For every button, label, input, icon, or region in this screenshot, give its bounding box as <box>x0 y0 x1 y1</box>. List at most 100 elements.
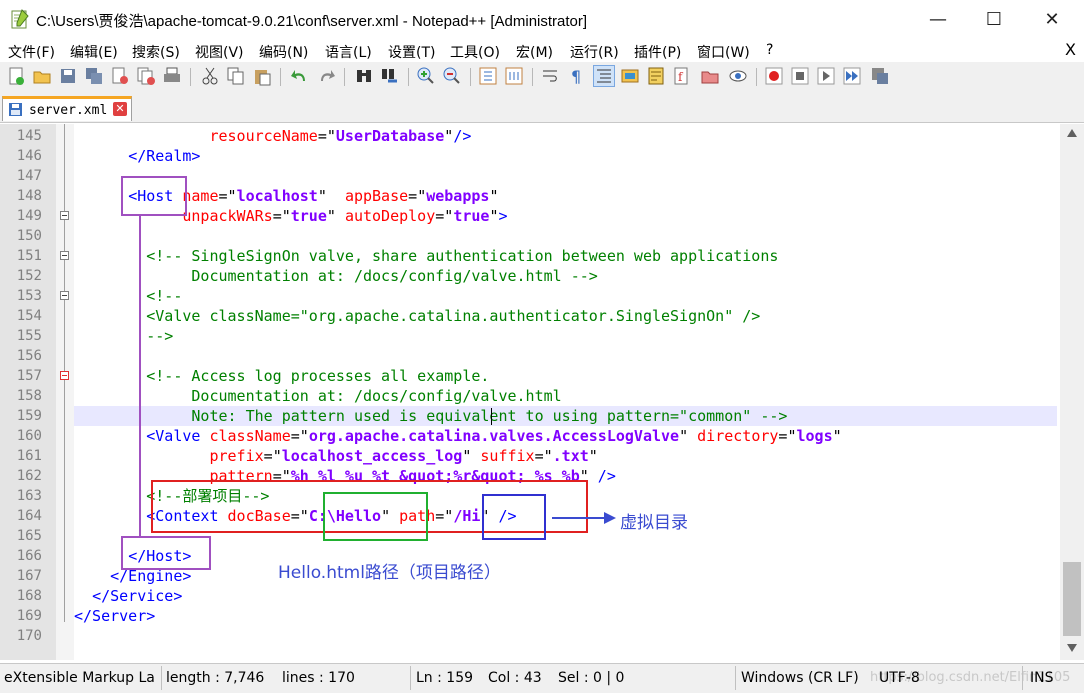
line-number: 149 <box>16 208 42 224</box>
paste-icon[interactable] <box>252 66 272 86</box>
play-macro-icon[interactable] <box>816 66 836 86</box>
line-number: 154 <box>16 308 42 324</box>
menu-help[interactable]: ? <box>766 42 773 58</box>
copy-icon[interactable] <box>226 66 246 86</box>
show-all-chars-icon[interactable]: ¶ <box>566 66 586 86</box>
fold-margin <box>56 124 74 660</box>
host-open-annotation-box <box>121 176 187 216</box>
save-all-icon[interactable] <box>84 66 104 86</box>
run-macro-multiple-icon[interactable] <box>842 66 862 86</box>
line-number: 153 <box>16 288 42 304</box>
menu-file[interactable]: 文件(F) <box>8 42 55 62</box>
scroll-up-arrow-icon[interactable] <box>1067 129 1077 137</box>
line-number: 166 <box>16 548 42 564</box>
print-icon[interactable] <box>162 66 182 86</box>
user-language-icon[interactable] <box>620 66 640 86</box>
code-line: Documentation at: /docs/config/valve.htm… <box>74 387 562 405</box>
menu-view[interactable]: 视图(V) <box>195 42 244 62</box>
code-line: Note: The pattern used is equivalent to … <box>74 407 788 425</box>
zoom-out-icon[interactable] <box>442 66 462 86</box>
close-window-button[interactable]: ✕ <box>1024 0 1080 38</box>
fold-toggle-line-151[interactable] <box>60 251 69 260</box>
sync-horizontal-icon[interactable] <box>504 66 524 86</box>
menu-settings[interactable]: 设置(T) <box>388 42 435 62</box>
close-file-icon[interactable] <box>110 66 130 86</box>
fold-line <box>64 220 65 616</box>
arrow-right-icon <box>552 512 616 524</box>
document-map-icon[interactable] <box>646 66 666 86</box>
line-number: 162 <box>16 468 42 484</box>
indent-guide-icon[interactable] <box>593 65 615 87</box>
line-number: 163 <box>16 488 42 504</box>
toolbar: ¶ f <box>0 62 1084 93</box>
menu-language[interactable]: 语言(L) <box>325 42 372 62</box>
close-document-button[interactable]: X <box>1065 40 1076 59</box>
status-selection: Sel : 0 | 0 <box>558 670 625 686</box>
menu-plugins[interactable]: 插件(P) <box>634 42 681 62</box>
replace-icon[interactable] <box>380 66 400 86</box>
svg-text:¶: ¶ <box>571 67 581 86</box>
status-separator <box>161 666 162 690</box>
save-macro-icon[interactable] <box>870 66 890 86</box>
monitoring-eye-icon[interactable] <box>728 66 748 86</box>
save-icon[interactable] <box>58 66 78 86</box>
word-wrap-icon[interactable] <box>540 66 560 86</box>
line-number: 151 <box>16 248 42 264</box>
line-number: 145 <box>16 128 42 144</box>
vertical-scrollbar[interactable] <box>1060 124 1084 660</box>
menu-run[interactable]: 运行(R) <box>570 42 619 62</box>
tab-close-button[interactable]: ✕ <box>113 102 127 116</box>
minimize-button[interactable]: — <box>910 0 966 38</box>
function-list-icon[interactable]: f <box>672 66 692 86</box>
line-number: 155 <box>16 328 42 344</box>
open-file-icon[interactable] <box>32 66 52 86</box>
menu-edit[interactable]: 编辑(E) <box>70 42 118 62</box>
fold-toggle-line-153[interactable] <box>60 291 69 300</box>
editor-pane[interactable]: 145 146 147 148 149 150 151 152 153 154 … <box>0 124 1060 660</box>
stop-macro-icon[interactable] <box>790 66 810 86</box>
menu-encoding[interactable]: 编码(N) <box>259 42 308 62</box>
line-number: 164 <box>16 508 42 524</box>
toolbar-separator <box>532 68 533 86</box>
fold-toggle-line-157[interactable] <box>60 371 69 380</box>
menu-macro[interactable]: 宏(M) <box>516 42 553 62</box>
maximize-button[interactable]: ☐ <box>966 0 1022 38</box>
line-number: 161 <box>16 448 42 464</box>
line-number: 146 <box>16 148 42 164</box>
path-annotation-box <box>482 494 546 540</box>
scroll-down-arrow-icon[interactable] <box>1067 644 1077 652</box>
status-separator <box>410 666 411 690</box>
close-all-icon[interactable] <box>136 66 156 86</box>
redo-icon[interactable] <box>316 66 336 86</box>
menu-tools[interactable]: 工具(O) <box>450 42 500 62</box>
find-icon[interactable] <box>354 66 374 86</box>
host-close-annotation-box <box>121 536 211 570</box>
line-number: 167 <box>16 568 42 584</box>
project-path-note: Hello.html路径（项目路径） <box>278 563 501 583</box>
window-title: C:\Users\贾俊浩\apache-tomcat-9.0.21\conf\s… <box>36 13 588 30</box>
tab-server-xml[interactable]: server.xml ✕ <box>2 96 132 121</box>
code-line: <!-- Access log processes all example. <box>74 367 490 385</box>
scrollbar-thumb[interactable] <box>1063 562 1081 636</box>
new-file-icon[interactable] <box>6 66 26 86</box>
folder-workspace-icon[interactable] <box>700 66 720 86</box>
menu-bar: 文件(F) 编辑(E) 搜索(S) 视图(V) 编码(N) 语言(L) 设置(T… <box>0 38 1084 62</box>
fold-toggle-line-149[interactable] <box>60 211 69 220</box>
menu-search[interactable]: 搜索(S) <box>132 42 180 62</box>
zoom-in-icon[interactable] <box>416 66 436 86</box>
status-language: eXtensible Markup La <box>4 670 155 686</box>
status-column: Col : 43 <box>488 670 542 686</box>
sync-vertical-icon[interactable] <box>478 66 498 86</box>
undo-icon[interactable] <box>290 66 310 86</box>
code-line: <!-- SingleSignOn valve, share authentic… <box>74 247 779 265</box>
record-macro-icon[interactable] <box>764 66 784 86</box>
code-line: <Valve className="org.apache.catalina.au… <box>74 307 761 325</box>
cut-icon[interactable] <box>200 66 220 86</box>
line-number: 168 <box>16 588 42 604</box>
menu-window[interactable]: 窗口(W) <box>697 42 750 62</box>
host-bracket-line <box>139 216 141 536</box>
tab-bar: server.xml ✕ <box>0 92 1084 123</box>
